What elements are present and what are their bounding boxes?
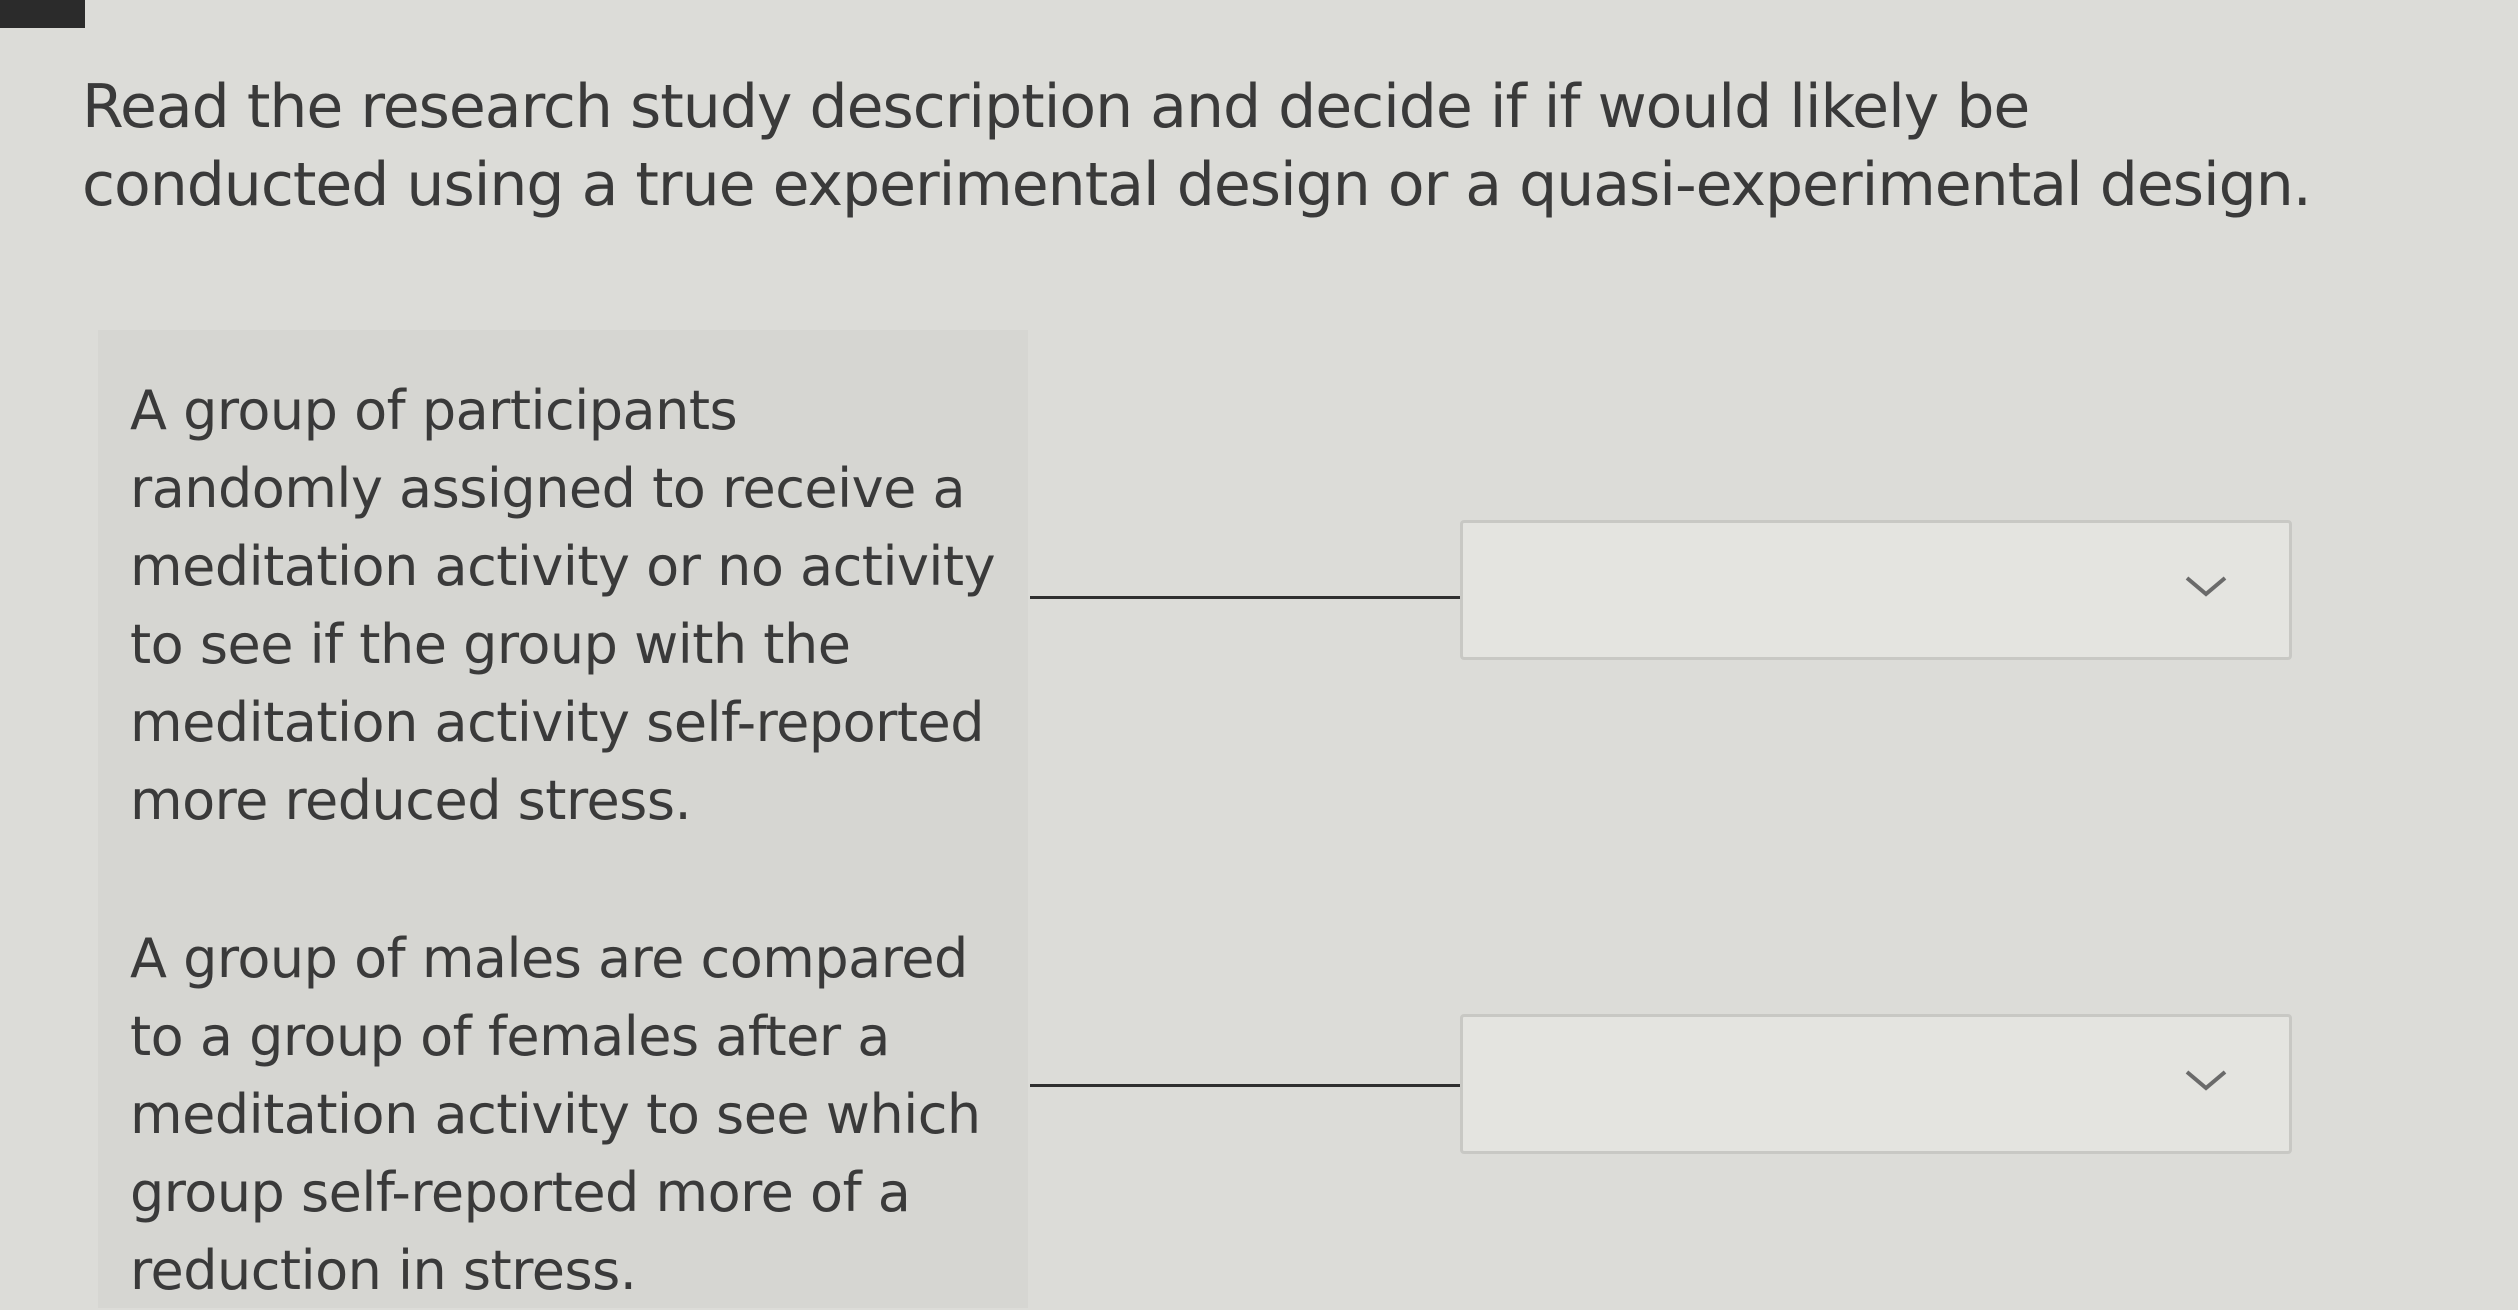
chevron-down-icon [2185, 576, 2227, 597]
question-prompt: Read the research study description and … [82, 72, 2312, 220]
connector-line [1030, 1084, 1460, 1087]
match-row-1: A group of participants randomly assigne… [98, 330, 2318, 878]
connector-line [1030, 596, 1460, 599]
study-description-2: A group of males are compared to a group… [98, 878, 1028, 1308]
window-edge-bar [0, 0, 85, 28]
design-select-2[interactable] [1460, 1014, 2292, 1154]
matching-rows: A group of participants randomly assigne… [98, 330, 2318, 1308]
match-row-2: A group of males are compared to a group… [98, 878, 2318, 1308]
design-select-1[interactable] [1460, 520, 2292, 660]
chevron-down-icon [2185, 1070, 2227, 1091]
study-description-1: A group of participants randomly assigne… [98, 330, 1028, 878]
